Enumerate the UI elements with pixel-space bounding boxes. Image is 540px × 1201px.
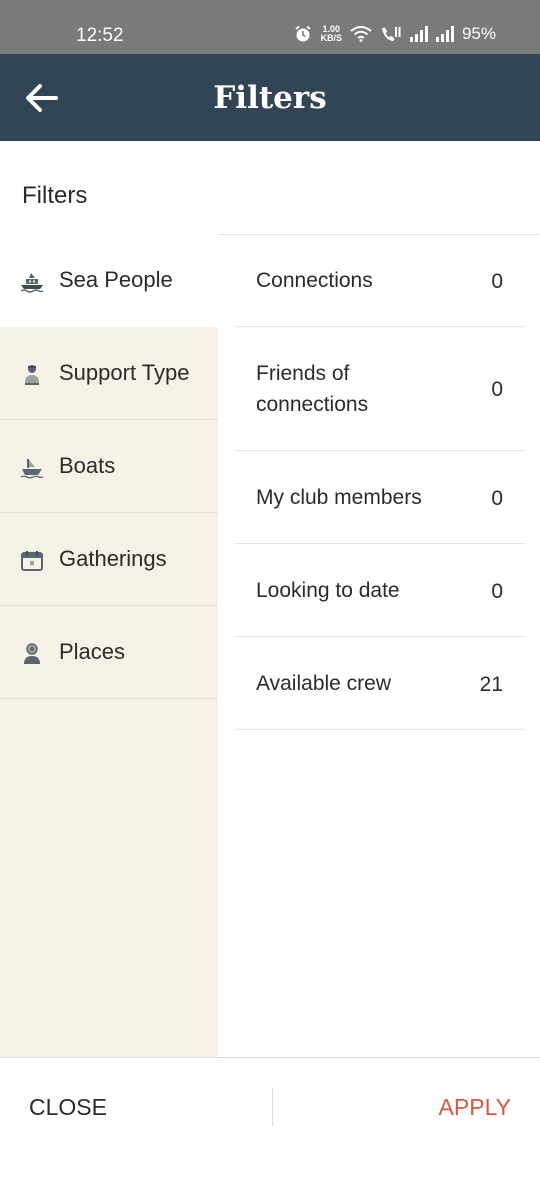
- category-sea-people[interactable]: Sea People: [0, 234, 218, 327]
- bottom-action-bar: CLOSE APPLY: [0, 1057, 540, 1201]
- signal-icon: [435, 26, 454, 42]
- sea-people-icon: [20, 273, 44, 293]
- option-friends-of-connections[interactable]: Friends of connections 0: [235, 327, 525, 451]
- category-label: Gatherings: [59, 546, 167, 571]
- option-available-crew[interactable]: Available crew 21: [235, 637, 525, 730]
- apply-button[interactable]: APPLY: [439, 1094, 511, 1121]
- option-my-club-members[interactable]: My club members 0: [235, 451, 525, 544]
- close-button[interactable]: CLOSE: [29, 1094, 107, 1121]
- category-list: Sea People Support Type Boats Gatherings: [0, 234, 218, 1057]
- category-boats[interactable]: Boats: [0, 420, 218, 513]
- alarm-icon: [295, 25, 312, 42]
- call-icon: [381, 27, 401, 41]
- boat-icon: [20, 459, 44, 479]
- option-count: 0: [491, 270, 503, 293]
- speed-unit: KB/S: [320, 33, 342, 43]
- option-list: Connections 0 Friends of connections 0 M…: [235, 234, 525, 730]
- category-label: Places: [59, 639, 126, 664]
- option-connections[interactable]: Connections 0: [235, 234, 525, 327]
- filters-heading: Filters: [22, 182, 88, 209]
- category-gatherings[interactable]: Gatherings: [0, 513, 218, 606]
- filters-header: Filters: [0, 141, 540, 235]
- option-label: My club members: [256, 486, 422, 509]
- button-divider: [272, 1088, 273, 1126]
- option-looking-to-date[interactable]: Looking to date 0: [235, 544, 525, 637]
- battery-level: 95%: [461, 24, 496, 43]
- option-label: Friends of connections: [256, 362, 369, 416]
- category-label: Boats: [59, 453, 116, 478]
- option-label: Connections: [256, 269, 373, 292]
- option-count: 0: [491, 487, 503, 510]
- app-bar: Filters: [0, 54, 540, 141]
- status-icons: 1.00 KB/S 95%: [294, 24, 496, 44]
- signal-icon: [409, 26, 428, 42]
- category-label: Sea People: [59, 267, 173, 292]
- support-type-icon: [25, 365, 39, 385]
- option-count: 0: [491, 580, 503, 603]
- network-speed: 1.00 KB/S: [320, 25, 342, 43]
- place-icon: [24, 643, 40, 664]
- page-title: Filters: [213, 80, 327, 116]
- status-bar: 12:52 1.00 KB/S 95%: [0, 0, 540, 54]
- option-count: 21: [479, 673, 503, 696]
- category-support-type[interactable]: Support Type: [0, 327, 218, 420]
- option-count: 0: [491, 378, 503, 401]
- wifi-icon: [350, 26, 372, 42]
- option-label: Looking to date: [256, 579, 400, 602]
- category-label: Support Type: [59, 360, 190, 385]
- calendar-icon: [21, 551, 43, 571]
- status-time: 12:52: [76, 25, 124, 46]
- option-label: Available crew: [256, 672, 392, 695]
- category-places[interactable]: Places: [0, 606, 218, 699]
